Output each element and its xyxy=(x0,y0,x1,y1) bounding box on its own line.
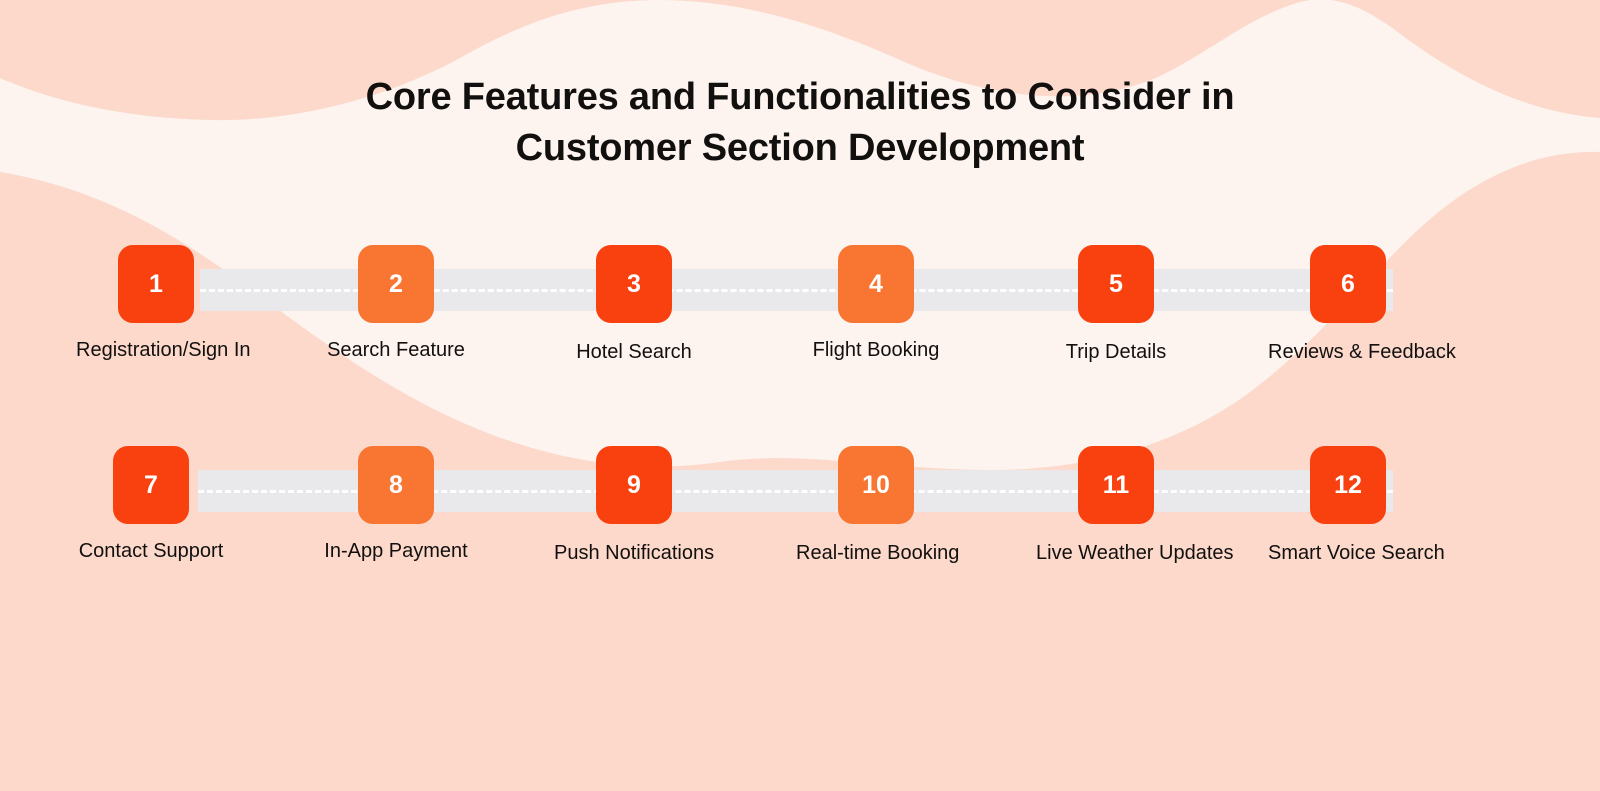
feature-label: Flight Booking xyxy=(812,339,940,361)
feature-number-badge: 3 xyxy=(596,245,672,323)
feature-label: Contact Support xyxy=(78,540,224,562)
feature-number-badge: 2 xyxy=(358,245,434,323)
feature-number-badge: 9 xyxy=(596,446,672,524)
feature-number-badge: 12 xyxy=(1310,446,1386,524)
feature-label: In-App Payment xyxy=(324,540,468,562)
feature-node-11[interactable]: 11 Live Weather Updates xyxy=(1036,446,1234,566)
feature-node-9[interactable]: 9 Push Notifications xyxy=(554,446,714,566)
page-title-line-2: Customer Section Development xyxy=(515,127,1085,169)
feature-number-badge: 10 xyxy=(838,446,914,524)
feature-label: Smart Voice Search xyxy=(1268,542,1445,564)
feature-label: Registration/Sign In xyxy=(76,339,251,361)
feature-label: Search Feature xyxy=(327,339,465,361)
feature-node-12[interactable]: 12 Smart Voice Search xyxy=(1268,446,1445,566)
page-title-line-1: Core Features and Functionalities to Con… xyxy=(365,76,1235,118)
feature-label: Live Weather Updates xyxy=(1036,542,1234,564)
feature-node-3[interactable]: 3 Hotel Search xyxy=(554,245,714,365)
feature-number-badge: 6 xyxy=(1310,245,1386,323)
feature-label: Real-time Booking xyxy=(796,542,960,564)
feature-number-badge: 1 xyxy=(118,245,194,323)
feature-node-10[interactable]: 10 Real-time Booking xyxy=(796,446,960,566)
feature-node-2[interactable]: 2 Search Feature xyxy=(316,245,476,363)
feature-node-1[interactable]: 1 Registration/Sign In xyxy=(76,245,251,363)
feature-number-badge: 5 xyxy=(1078,245,1154,323)
feature-label: Push Notifications xyxy=(554,542,715,564)
feature-label: Reviews & Feedback xyxy=(1268,341,1456,363)
feature-node-6[interactable]: 6 Reviews & Feedback xyxy=(1268,245,1456,365)
feature-number-badge: 7 xyxy=(113,446,189,524)
feature-node-8[interactable]: 8 In-App Payment xyxy=(316,446,476,564)
feature-node-4[interactable]: 4 Flight Booking xyxy=(796,245,956,363)
feature-node-7[interactable]: 7 Contact Support xyxy=(71,446,231,564)
page-title: Core Features and Functionalities to Con… xyxy=(0,72,1600,174)
feature-label: Hotel Search xyxy=(576,341,692,363)
feature-number-badge: 4 xyxy=(838,245,914,323)
feature-row-2: 7 Contact Support 8 In-App Payment 9 Push Not… xyxy=(0,446,1600,586)
infographic-content: Core Features and Functionalities to Con… xyxy=(0,0,1600,791)
feature-number-badge: 8 xyxy=(358,446,434,524)
feature-node-5[interactable]: 5 Trip Details xyxy=(1036,245,1196,365)
feature-row-1: 1 Registration/Sign In 2 Search Feature 3 Hot… xyxy=(0,245,1600,385)
feature-label: Trip Details xyxy=(1065,341,1167,363)
feature-number-badge: 11 xyxy=(1078,446,1154,524)
